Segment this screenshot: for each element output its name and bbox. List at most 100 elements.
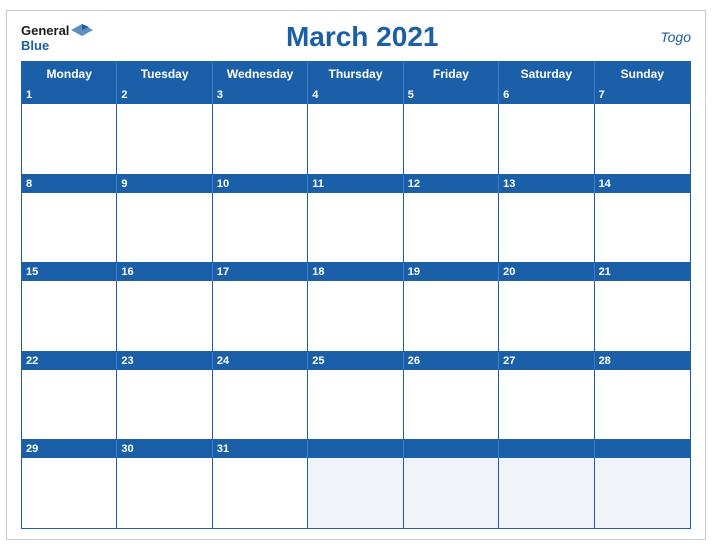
date-31: 31 <box>213 440 308 458</box>
date-12: 12 <box>404 175 499 193</box>
date-2: 2 <box>117 86 212 104</box>
week-5-dates: 29 30 31 <box>22 440 690 458</box>
week-5: 29 30 31 <box>22 440 690 528</box>
week-3-dates: 15 16 17 18 19 20 21 <box>22 263 690 281</box>
date-25: 25 <box>308 352 403 370</box>
cell-5-7 <box>595 458 690 528</box>
cell-2-5 <box>404 193 499 263</box>
week-1-content <box>22 104 690 174</box>
calendar-grid: Monday Tuesday Wednesday Thursday Friday… <box>21 61 691 529</box>
date-3: 3 <box>213 86 308 104</box>
week-2-content <box>22 193 690 263</box>
header-thursday: Thursday <box>308 62 403 86</box>
cell-2-2 <box>117 193 212 263</box>
cell-3-6 <box>499 281 594 351</box>
date-21: 21 <box>595 263 690 281</box>
date-14: 14 <box>595 175 690 193</box>
week-4-dates: 22 23 24 25 26 27 28 <box>22 352 690 370</box>
date-4: 4 <box>308 86 403 104</box>
date-7: 7 <box>595 86 690 104</box>
cell-1-7 <box>595 104 690 174</box>
cell-3-3 <box>213 281 308 351</box>
week-3: 15 16 17 18 19 20 21 <box>22 263 690 352</box>
date-8: 8 <box>22 175 117 193</box>
logo-general: General <box>21 23 69 38</box>
date-19: 19 <box>404 263 499 281</box>
cell-5-6 <box>499 458 594 528</box>
header-friday: Friday <box>404 62 499 86</box>
date-15: 15 <box>22 263 117 281</box>
calendar-page: General Blue March 2021 Togo Monday Tues… <box>6 10 706 540</box>
cell-3-2 <box>117 281 212 351</box>
date-empty-1 <box>308 440 403 458</box>
weeks-container: 1 2 3 4 5 6 7 <box>22 86 690 528</box>
date-26: 26 <box>404 352 499 370</box>
cell-4-1 <box>22 370 117 440</box>
date-18: 18 <box>308 263 403 281</box>
cell-4-7 <box>595 370 690 440</box>
header-monday: Monday <box>22 62 117 86</box>
date-10: 10 <box>213 175 308 193</box>
week-4: 22 23 24 25 26 27 28 <box>22 352 690 441</box>
cell-2-6 <box>499 193 594 263</box>
cell-4-5 <box>404 370 499 440</box>
logo-blue: Blue <box>21 38 49 53</box>
cell-1-5 <box>404 104 499 174</box>
cell-4-6 <box>499 370 594 440</box>
cell-3-1 <box>22 281 117 351</box>
cell-4-4 <box>308 370 403 440</box>
week-2: 8 9 10 11 12 13 14 <box>22 175 690 264</box>
week-4-content <box>22 370 690 440</box>
week-5-content <box>22 458 690 528</box>
date-1: 1 <box>22 86 117 104</box>
week-2-dates: 8 9 10 11 12 13 14 <box>22 175 690 193</box>
date-28: 28 <box>595 352 690 370</box>
cell-1-1 <box>22 104 117 174</box>
date-6: 6 <box>499 86 594 104</box>
date-22: 22 <box>22 352 117 370</box>
date-27: 27 <box>499 352 594 370</box>
cell-5-2 <box>117 458 212 528</box>
date-empty-4 <box>595 440 690 458</box>
date-23: 23 <box>117 352 212 370</box>
date-empty-3 <box>499 440 594 458</box>
cell-1-4 <box>308 104 403 174</box>
cell-4-2 <box>117 370 212 440</box>
week-3-content <box>22 281 690 351</box>
cell-1-2 <box>117 104 212 174</box>
cell-3-7 <box>595 281 690 351</box>
date-30: 30 <box>117 440 212 458</box>
logo-bird-icon <box>71 22 93 40</box>
header-wednesday: Wednesday <box>213 62 308 86</box>
header-saturday: Saturday <box>499 62 594 86</box>
cell-5-5 <box>404 458 499 528</box>
date-29: 29 <box>22 440 117 458</box>
date-20: 20 <box>499 263 594 281</box>
date-16: 16 <box>117 263 212 281</box>
week-1: 1 2 3 4 5 6 7 <box>22 86 690 175</box>
cell-2-7 <box>595 193 690 263</box>
date-empty-2 <box>404 440 499 458</box>
country-label: Togo <box>631 29 691 45</box>
day-headers-row: Monday Tuesday Wednesday Thursday Friday… <box>22 62 690 86</box>
cell-3-5 <box>404 281 499 351</box>
cell-4-3 <box>213 370 308 440</box>
date-24: 24 <box>213 352 308 370</box>
cell-5-3 <box>213 458 308 528</box>
cell-2-3 <box>213 193 308 263</box>
date-5: 5 <box>404 86 499 104</box>
date-13: 13 <box>499 175 594 193</box>
week-1-dates: 1 2 3 4 5 6 7 <box>22 86 690 104</box>
calendar-title: March 2021 <box>93 21 631 53</box>
page-header: General Blue March 2021 Togo <box>21 21 691 53</box>
cell-1-6 <box>499 104 594 174</box>
cell-5-4 <box>308 458 403 528</box>
cell-1-3 <box>213 104 308 174</box>
cell-2-4 <box>308 193 403 263</box>
date-17: 17 <box>213 263 308 281</box>
header-sunday: Sunday <box>595 62 690 86</box>
cell-3-4 <box>308 281 403 351</box>
logo: General Blue <box>21 22 93 53</box>
date-9: 9 <box>117 175 212 193</box>
header-tuesday: Tuesday <box>117 62 212 86</box>
